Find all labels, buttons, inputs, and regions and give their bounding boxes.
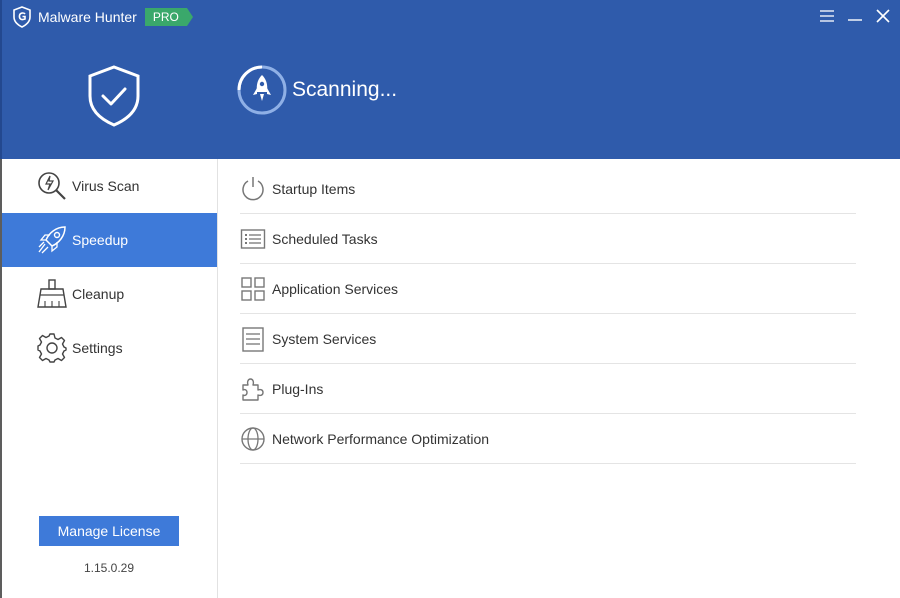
sidebar: Virus Scan Speedup Cleanup Settings Mana… [0,159,218,598]
minimize-icon [848,19,862,21]
close-icon [876,9,890,23]
rocket-icon [36,224,68,256]
title-bar: Malware Hunter PRO [12,6,193,28]
gear-icon [36,332,68,364]
sidebar-item-label: Cleanup [72,286,125,302]
version-label: 1.15.0.29 [83,561,135,575]
grid-icon [240,276,266,302]
app-title: Malware Hunter [38,9,137,25]
list-item-label: Network Performance Optimization [272,430,490,447]
list-item-label: System Services [272,330,377,347]
sidebar-item-label: Speedup [72,232,129,248]
manage-license-button[interactable]: Manage License [39,516,179,546]
list-item-application-services[interactable]: Application Services [240,264,856,314]
scanning-rocket-icon [237,65,287,115]
sidebar-item-speedup[interactable]: Speedup [2,213,217,267]
list-item-scheduled-tasks[interactable]: Scheduled Tasks [240,214,856,264]
list-item-label: Startup Items [272,180,356,197]
window-edge [0,0,2,159]
list-item-network-performance[interactable]: Network Performance Optimization [240,414,856,464]
list-item-label: Plug-Ins [272,380,324,397]
scan-status-text: Scanning... [292,78,398,101]
sidebar-item-settings[interactable]: Settings [2,321,217,375]
list-item-label: Scheduled Tasks [272,230,378,247]
broom-icon [36,278,68,310]
magnifier-bolt-icon [36,170,68,202]
list-item-system-services[interactable]: System Services [240,314,856,364]
list-item-plug-ins[interactable]: Plug-Ins [240,364,856,414]
app-logo-icon [13,6,31,28]
list-item-label: Application Services [272,280,399,297]
sidebar-item-label: Settings [72,340,123,356]
sidebar-item-cleanup[interactable]: Cleanup [2,267,217,321]
sidebar-item-label: Virus Scan [72,178,140,194]
close-button[interactable] [874,6,892,26]
pro-badge: PRO [144,8,193,26]
header: Malware Hunter PRO Scanning... [0,0,900,159]
shield-check-icon [88,65,140,127]
window-controls [818,6,892,26]
speedup-item-list: Startup Items Scheduled Tasks Applicatio… [240,164,856,464]
hamburger-icon [820,10,834,22]
scan-status: Scanning... [236,64,397,116]
menu-button[interactable] [818,6,836,26]
list-item-startup-items[interactable]: Startup Items [240,164,856,214]
task-list-icon [240,226,266,252]
globe-icon [240,426,266,452]
minimize-button[interactable] [846,6,864,26]
document-lines-icon [240,326,266,352]
power-icon [240,176,266,202]
puzzle-icon [240,376,266,402]
sidebar-item-virus-scan[interactable]: Virus Scan [2,159,217,213]
